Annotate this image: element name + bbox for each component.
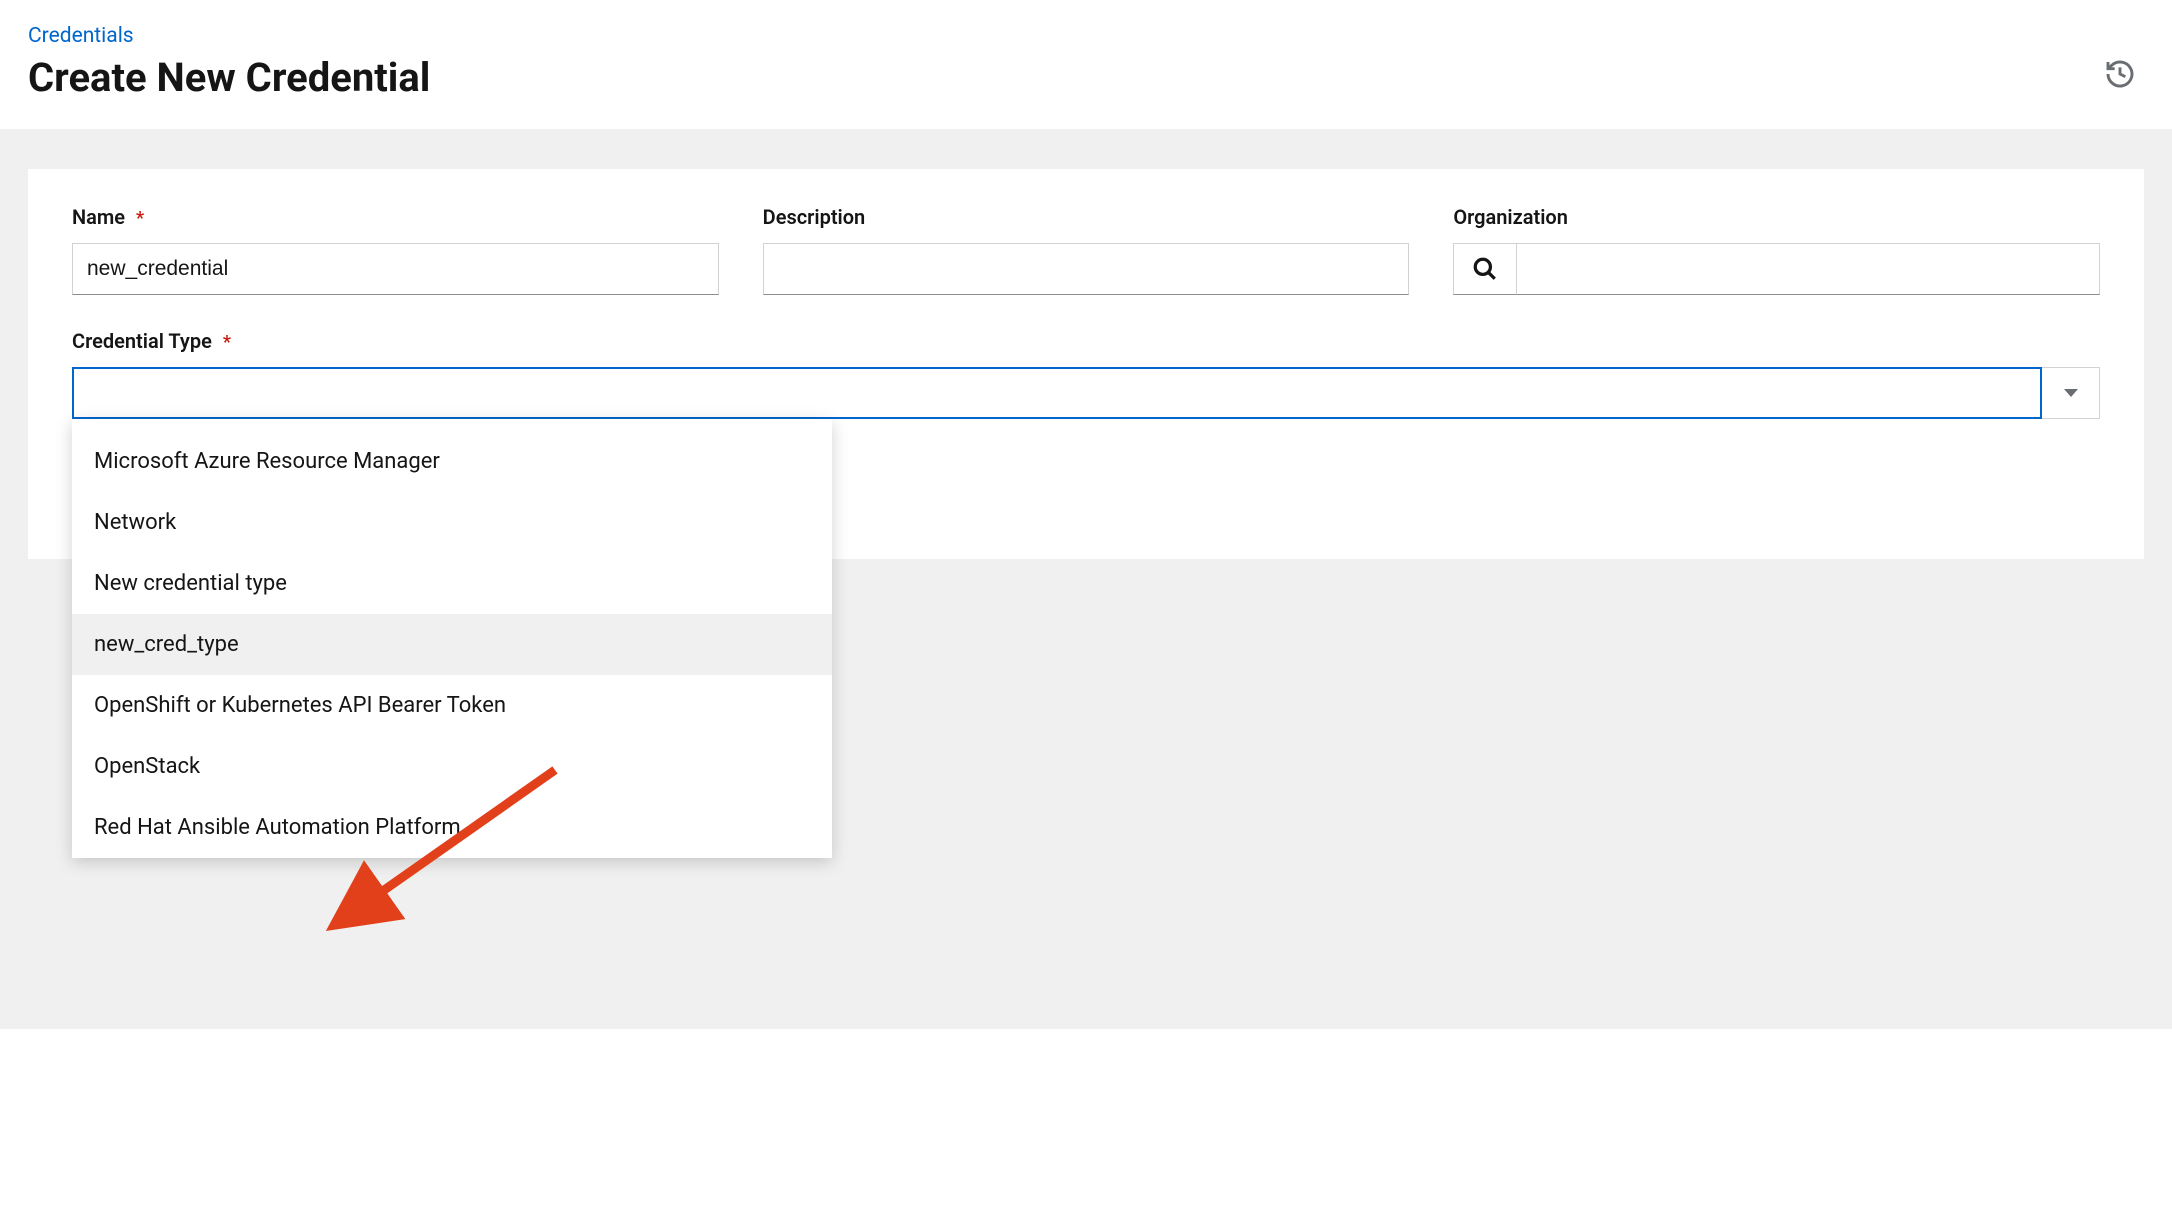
content-area: Name * Description Organization [0, 129, 2172, 1029]
description-label: Description [763, 205, 1410, 229]
dropdown-item[interactable]: New credential type [72, 553, 832, 614]
credential-type-group: Credential Type * Microsoft Azure Resour… [72, 329, 2100, 419]
required-asterisk: * [223, 332, 231, 353]
description-group: Description [763, 205, 1410, 295]
dropdown-item[interactable] [72, 419, 832, 431]
credential-type-label: Credential Type * [72, 329, 2100, 353]
dropdown-item[interactable]: Microsoft Azure Resource Manager [72, 431, 832, 492]
required-asterisk: * [136, 208, 144, 229]
credential-type-input[interactable] [72, 367, 2042, 419]
form-row-1: Name * Description Organization [72, 205, 2100, 295]
page-header: Credentials Create New Credential [0, 0, 2172, 129]
search-icon [1472, 256, 1498, 282]
history-icon[interactable] [2104, 58, 2136, 90]
dropdown-item[interactable]: OpenShift or Kubernetes API Bearer Token [72, 675, 832, 736]
name-input[interactable] [72, 243, 719, 295]
credential-type-select[interactable] [72, 367, 2100, 419]
form-row-2: Credential Type * Microsoft Azure Resour… [72, 329, 2100, 419]
organization-group: Organization [1453, 205, 2100, 295]
breadcrumb-link[interactable]: Credentials [28, 24, 134, 48]
organization-input-wrap [1453, 243, 2100, 295]
credential-type-label-text: Credential Type [72, 329, 212, 353]
chevron-down-icon [2064, 389, 2078, 397]
dropdown-item[interactable]: new_cred_type [72, 614, 832, 675]
form-card: Name * Description Organization [28, 169, 2144, 559]
credential-type-toggle[interactable] [2042, 367, 2100, 419]
description-input[interactable] [763, 243, 1410, 295]
name-group: Name * [72, 205, 719, 295]
name-label: Name * [72, 205, 719, 229]
name-label-text: Name [72, 205, 125, 229]
page-title: Create New Credential [28, 54, 2144, 101]
organization-search-button[interactable] [1453, 243, 1517, 295]
dropdown-item[interactable]: Red Hat Ansible Automation Platform [72, 797, 832, 858]
dropdown-item[interactable]: Network [72, 492, 832, 553]
organization-label: Organization [1453, 205, 2100, 229]
dropdown-item[interactable]: OpenStack [72, 736, 832, 797]
credential-type-dropdown[interactable]: Microsoft Azure Resource ManagerNetworkN… [72, 419, 832, 858]
organization-input[interactable] [1517, 243, 2100, 295]
